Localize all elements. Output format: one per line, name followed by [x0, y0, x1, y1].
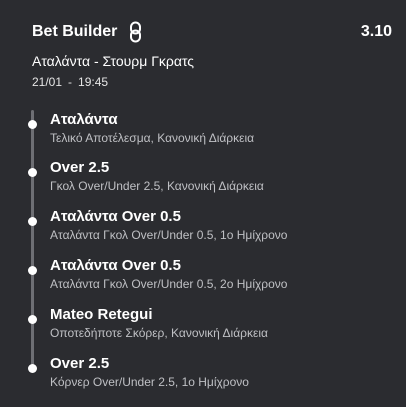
- link-icon: [129, 21, 142, 43]
- selection-name: Over 2.5: [50, 159, 110, 176]
- match-datetime: 21/01-19:45: [32, 74, 108, 90]
- selection-item: Mateo Retegui Οποτεδήποτε Σκόρερ, Κανονι…: [0, 305, 406, 347]
- bet-builder-card: Bet Builder 3.10 Αταλάντα - Στουρμ Γκρατ…: [0, 0, 406, 407]
- selection-market: Οποτεδήποτε Σκόρερ, Κανονική Διάρκεια: [50, 326, 268, 340]
- selection-name: Αταλάντα Over 0.5: [50, 208, 181, 225]
- datetime-separator: -: [68, 75, 73, 89]
- timeline-dot: [28, 315, 37, 324]
- selection-market: Κόρνερ Over/Under 2.5, 1ο Ημίχρονο: [50, 375, 249, 389]
- timeline-dot: [28, 217, 37, 226]
- match-name: Αταλάντα - Στουρμ Γκρατς: [32, 53, 195, 69]
- timeline-dot: [28, 364, 37, 373]
- selection-name: Mateo Retegui: [50, 306, 153, 323]
- match-date: 21/01: [32, 75, 63, 89]
- selection-market: Τελικό Αποτέλεσμα, Κανονική Διάρκεια: [50, 131, 255, 145]
- selection-item: Αταλάντα Over 0.5 Αταλάντα Γκολ Over/Und…: [0, 256, 406, 298]
- selection-item: Over 2.5 Κόρνερ Over/Under 2.5, 1ο Ημίχρ…: [0, 354, 406, 396]
- selection-item: Αταλάντα Over 0.5 Αταλάντα Γκολ Over/Und…: [0, 207, 406, 249]
- selection-market: Γκολ Over/Under 2.5, Κανονική Διάρκεια: [50, 179, 264, 193]
- selection-item: Αταλάντα Τελικό Αποτέλεσμα, Κανονική Διά…: [0, 110, 406, 152]
- selection-name: Αταλάντα: [50, 111, 118, 128]
- match-time: 19:45: [78, 75, 109, 89]
- timeline-dot: [28, 120, 37, 129]
- selection-market: Αταλάντα Γκολ Over/Under 0.5, 1ο Ημίχρον…: [50, 228, 288, 242]
- timeline-dot: [28, 266, 37, 275]
- bet-builder-title: Bet Builder: [32, 23, 118, 40]
- selection-name: Αταλάντα Over 0.5: [50, 257, 181, 274]
- selection-item: Over 2.5 Γκολ Over/Under 2.5, Κανονική Δ…: [0, 158, 406, 200]
- bet-builder-header: Bet Builder 3.10: [32, 20, 392, 44]
- selection-name: Over 2.5: [50, 355, 110, 372]
- total-odds: 3.10: [360, 23, 392, 40]
- timeline-dot: [28, 168, 37, 177]
- selection-market: Αταλάντα Γκολ Over/Under 0.5, 2ο Ημίχρον…: [50, 277, 288, 291]
